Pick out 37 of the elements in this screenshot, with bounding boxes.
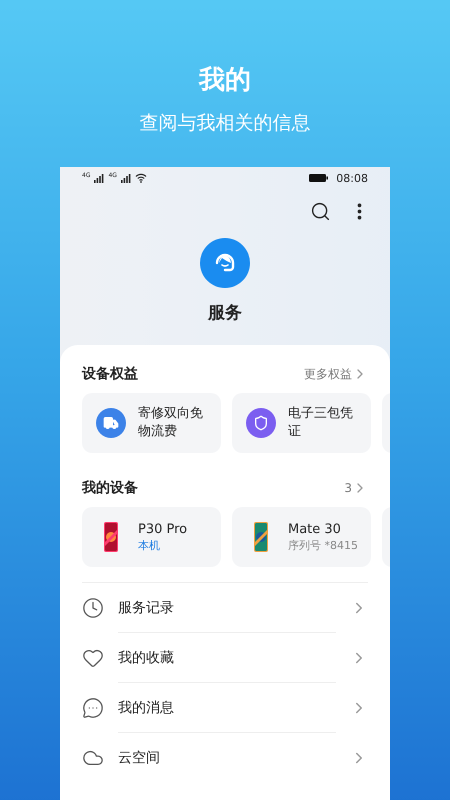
- shield-icon: [246, 408, 276, 438]
- benefit-label: 电子三包凭证: [288, 405, 354, 441]
- device-name: P30 Pro: [138, 522, 188, 536]
- device-note: 本机: [138, 538, 161, 552]
- heart-icon: [82, 647, 104, 669]
- device-card[interactable]: Mate 30 序列号 *8415: [232, 507, 371, 567]
- signal-icon: [120, 174, 131, 182]
- wifi-icon: [134, 173, 147, 183]
- chat-bubble-icon: [82, 697, 104, 719]
- benefit-card[interactable]: 寄修双向免物流费: [82, 393, 221, 453]
- benefit-label: 寄修双向免物流费: [138, 405, 204, 441]
- battery-icon: [309, 174, 328, 182]
- section-title: 我的设备: [82, 479, 138, 497]
- menu-label: 我的收藏: [118, 633, 336, 683]
- page-subheading: 查阅与我相关的信息: [140, 111, 310, 136]
- benefit-card[interactable]: 电子三包凭证: [232, 393, 371, 453]
- menu-item[interactable]: 云空间: [82, 733, 390, 783]
- menu-label: 云空间: [118, 749, 161, 768]
- menu-label: 我的消息: [118, 683, 336, 733]
- menu-item[interactable]: 我的消息: [82, 683, 390, 733]
- clock-time: 08:08: [336, 172, 368, 184]
- more-benefits-link[interactable]: 更多权益: [304, 366, 352, 382]
- signal-icon: [94, 174, 104, 182]
- menu-item[interactable]: 服务记录: [82, 583, 390, 633]
- device-card[interactable]: P30 Pro 本机: [82, 507, 221, 567]
- customer-service-icon: [200, 238, 250, 288]
- menu-item[interactable]: 我的收藏: [82, 633, 390, 683]
- section-title: 设备权益: [82, 365, 138, 383]
- clock-icon: [82, 597, 104, 619]
- device-note: 序列号 *8415: [288, 538, 358, 552]
- truck-icon: [96, 408, 126, 438]
- device-name: Mate 30: [288, 522, 342, 536]
- screen-title: 服务: [208, 302, 242, 325]
- search-icon[interactable]: [310, 201, 331, 222]
- page-heading: 我的: [199, 64, 251, 96]
- device-count[interactable]: 3: [344, 481, 352, 495]
- menu-label: 服务记录: [118, 583, 336, 633]
